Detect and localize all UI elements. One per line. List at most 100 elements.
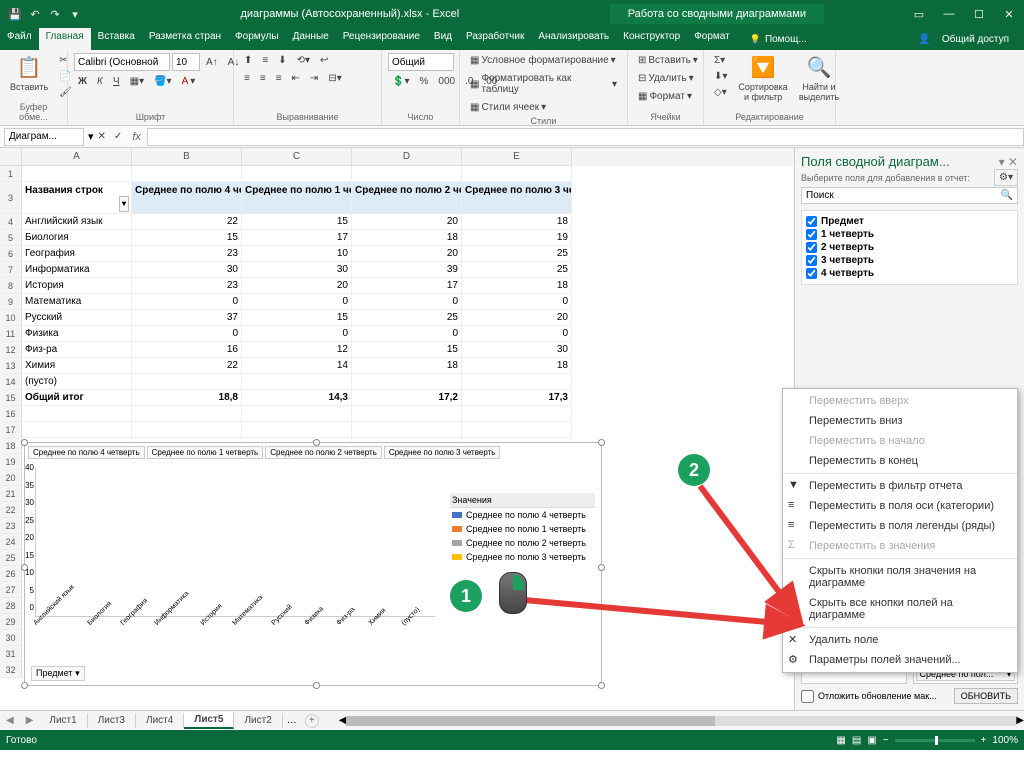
underline-button[interactable]: Ч: [109, 74, 124, 89]
tab-insert[interactable]: Вставка: [91, 28, 142, 50]
sheet-tab[interactable]: Лист5: [184, 712, 234, 729]
font-size-select[interactable]: [172, 53, 200, 71]
sheet-tab[interactable]: Лист2: [234, 713, 282, 728]
zoom-out-icon[interactable]: −: [883, 735, 889, 746]
pane-close-icon[interactable]: ▾ ✕: [999, 155, 1018, 169]
qat-more-icon[interactable]: ▾: [66, 5, 84, 23]
currency-icon[interactable]: 💲▾: [388, 74, 413, 89]
paste-button[interactable]: 📋Вставить: [6, 53, 52, 94]
tab-formulas[interactable]: Формулы: [228, 28, 286, 50]
col-header[interactable]: A: [22, 148, 132, 166]
find-select-button[interactable]: 🔍Найти и выделить: [795, 53, 843, 104]
tab-view[interactable]: Вид: [427, 28, 459, 50]
format-cells-button[interactable]: ▦ Формат ▾: [634, 89, 696, 104]
insert-cells-button[interactable]: ⊞ Вставить ▾: [634, 53, 702, 68]
pivot-row-label-header[interactable]: Названия строк: [22, 182, 132, 214]
align-bottom-icon[interactable]: ⬇: [274, 53, 290, 68]
fields-search-input[interactable]: Поиск: [801, 187, 1018, 204]
view-pagelayout-icon[interactable]: ▤: [852, 735, 861, 746]
pane-gear-icon[interactable]: ⚙▾: [994, 169, 1018, 186]
hscroll-right-icon[interactable]: ▶: [1016, 715, 1024, 726]
horizontal-scrollbar[interactable]: [346, 716, 1016, 726]
sheet-tab[interactable]: Лист1: [39, 713, 87, 728]
wrap-text-icon[interactable]: ↩: [316, 53, 332, 68]
view-pagebreak-icon[interactable]: ▣: [867, 735, 876, 746]
tab-format[interactable]: Формат: [687, 28, 737, 50]
comma-icon[interactable]: 000: [434, 74, 459, 89]
zoom-slider[interactable]: [895, 739, 975, 742]
sort-filter-button[interactable]: 🔽Сортировка и фильтр: [734, 53, 791, 104]
tab-data[interactable]: Данные: [286, 28, 336, 50]
field-checkbox[interactable]: 2 четверть: [806, 241, 1013, 254]
sheet-tab[interactable]: Лист3: [88, 713, 136, 728]
font-name-select[interactable]: [74, 53, 170, 71]
new-sheet-button[interactable]: +: [305, 714, 319, 728]
font-color-icon[interactable]: A▾: [178, 74, 200, 89]
formula-input[interactable]: [147, 128, 1024, 146]
align-center-icon[interactable]: ≡: [256, 71, 270, 86]
conditional-format-button[interactable]: ▦ Условное форматирование ▾: [466, 53, 620, 68]
tell-me-input[interactable]: Помощ...: [743, 28, 814, 50]
tab-review[interactable]: Рецензирование: [336, 28, 427, 50]
autosum-icon[interactable]: Σ▾: [710, 53, 731, 68]
col-header[interactable]: C: [242, 148, 352, 166]
inc-indent-icon[interactable]: ⇥: [306, 71, 322, 86]
save-icon[interactable]: 💾: [6, 5, 24, 23]
undo-icon[interactable]: ↶: [26, 5, 44, 23]
name-box[interactable]: Диаграм...: [4, 128, 84, 146]
fill-color-icon[interactable]: 🪣▾: [150, 74, 175, 89]
number-format-select[interactable]: [388, 53, 454, 71]
percent-icon[interactable]: %: [415, 74, 432, 89]
view-normal-icon[interactable]: ▦: [836, 735, 845, 746]
delete-cells-button[interactable]: ⊟ Удалить ▾: [634, 71, 698, 86]
merge-icon[interactable]: ⊟▾: [324, 71, 345, 86]
hscroll-left-icon[interactable]: ◀: [339, 715, 347, 726]
menu-move-down[interactable]: Переместить вниз: [783, 411, 1017, 431]
maximize-icon[interactable]: ☐: [964, 0, 994, 28]
tab-developer[interactable]: Разработчик: [459, 28, 531, 50]
accept-formula-icon[interactable]: ✓: [110, 129, 126, 144]
field-checkbox[interactable]: 1 четверть: [806, 228, 1013, 241]
format-as-table-button[interactable]: ▦ Форматировать как таблицу ▾: [466, 71, 621, 97]
sheet-more-icon[interactable]: …: [283, 715, 301, 726]
minimize-icon[interactable]: —: [934, 0, 964, 28]
clear-icon[interactable]: ◇▾: [710, 85, 731, 100]
close-icon[interactable]: ✕: [994, 0, 1024, 28]
cell-styles-button[interactable]: ▦ Стили ячеек ▾: [466, 100, 550, 115]
tab-layout[interactable]: Разметка стран: [142, 28, 228, 50]
orientation-icon[interactable]: ⟲▾: [293, 53, 314, 68]
dec-indent-icon[interactable]: ⇤: [288, 71, 304, 86]
zoom-in-icon[interactable]: +: [981, 735, 987, 746]
align-right-icon[interactable]: ≡: [272, 71, 286, 86]
col-header[interactable]: D: [352, 148, 462, 166]
zoom-level[interactable]: 100%: [992, 735, 1018, 746]
defer-update-checkbox[interactable]: [801, 690, 814, 703]
grow-font-icon[interactable]: A↑: [202, 53, 222, 71]
sheet-nav-prev-icon[interactable]: ◀: [0, 715, 20, 726]
update-button[interactable]: ОБНОВИТЬ: [954, 688, 1018, 704]
ribbon-options-icon[interactable]: ▭: [904, 0, 934, 28]
border-icon[interactable]: ▦▾: [126, 74, 148, 89]
align-top-icon[interactable]: ⬆: [240, 53, 256, 68]
col-header[interactable]: B: [132, 148, 242, 166]
cancel-formula-icon[interactable]: ✕: [94, 129, 110, 144]
tab-design[interactable]: Конструктор: [616, 28, 687, 50]
menu-move-end[interactable]: Переместить в конец: [783, 451, 1017, 471]
italic-button[interactable]: К: [93, 74, 107, 89]
select-all-corner[interactable]: [0, 148, 22, 166]
field-checkbox[interactable]: 3 четверть: [806, 254, 1013, 267]
chart-axis-button[interactable]: Предмет ▾: [31, 666, 85, 681]
share-button[interactable]: 👤 Общий доступ: [911, 28, 1024, 50]
tab-analyze[interactable]: Анализировать: [531, 28, 616, 50]
tab-home[interactable]: Главная: [39, 28, 91, 50]
fx-icon[interactable]: fx: [132, 131, 141, 143]
bold-button[interactable]: Ж: [74, 74, 91, 89]
fill-icon[interactable]: ⬇▾: [710, 69, 731, 84]
align-middle-icon[interactable]: ≡: [258, 53, 272, 68]
field-checkbox[interactable]: Предмет: [806, 215, 1013, 228]
align-left-icon[interactable]: ≡: [240, 71, 254, 86]
field-checkbox[interactable]: 4 четверть: [806, 267, 1013, 280]
col-header[interactable]: E: [462, 148, 572, 166]
menu-value-field-settings[interactable]: ⚙Параметры полей значений...: [783, 650, 1017, 670]
sheet-tab[interactable]: Лист4: [136, 713, 184, 728]
